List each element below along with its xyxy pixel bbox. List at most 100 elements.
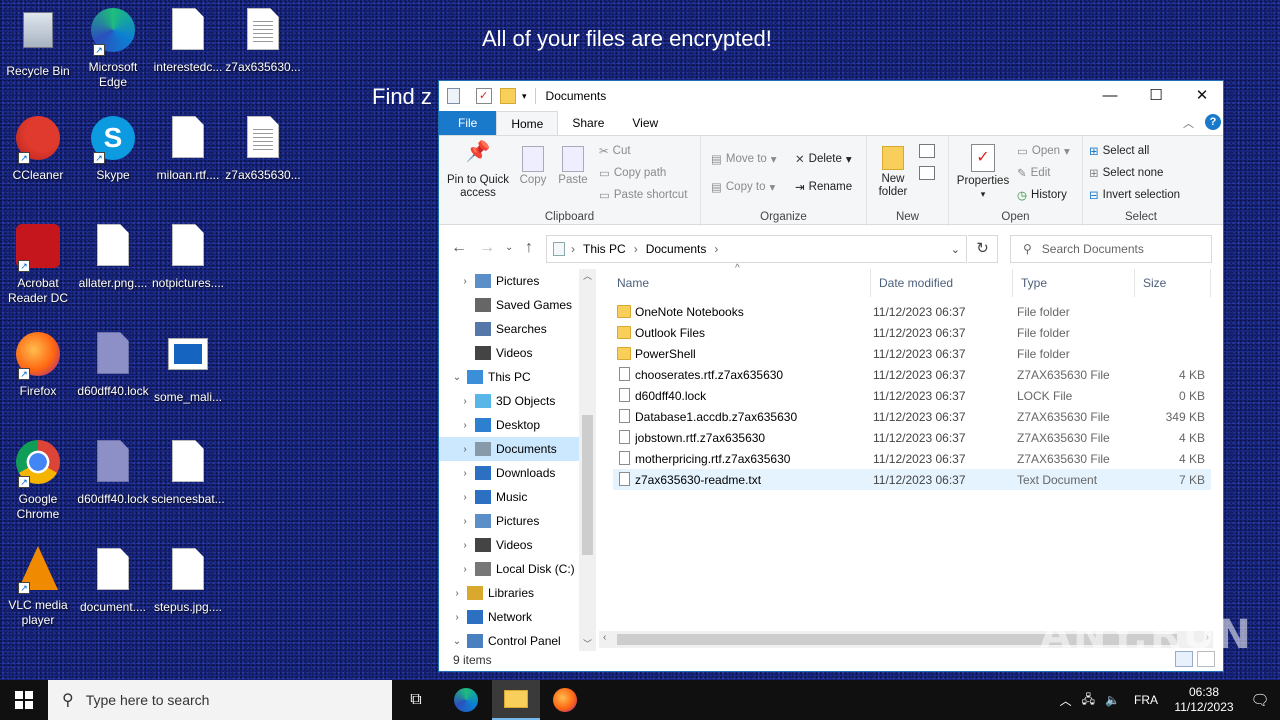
scroll-up-icon[interactable]: ︿ [579, 269, 596, 283]
chevron-right-icon[interactable]: › [459, 516, 471, 527]
tab-home[interactable]: Home [496, 111, 559, 135]
cut-button[interactable]: ✂ Cut [599, 144, 631, 158]
desktop-icon[interactable]: S ↗ Skype [75, 114, 151, 183]
desktop-icon[interactable]: ↗ Microsoft Edge [75, 6, 151, 90]
desktop-icon[interactable]: allater.png.... [75, 222, 151, 291]
chevron-right-icon[interactable]: › [459, 492, 471, 503]
delete-button[interactable]: ✕ Delete ▾ [795, 152, 852, 166]
scroll-down-icon[interactable]: ﹀ [579, 637, 596, 651]
tab-share[interactable]: Share [558, 111, 618, 135]
taskbar-file-explorer[interactable] [492, 680, 540, 720]
desktop-icon[interactable]: ↗ Acrobat Reader DC [0, 222, 76, 306]
file-row[interactable]: z7ax635630-readme.txt 11/12/2023 06:37 Tex… [613, 469, 1211, 490]
nav-item[interactable]: › Pictures [439, 269, 579, 293]
nav-item[interactable]: › Documents [439, 437, 579, 461]
navigation-scroll-thumb[interactable] [582, 415, 593, 555]
desktop-icon[interactable]: d60dff40.lock [75, 330, 151, 399]
search-input[interactable]: ⚲ Search Documents [1010, 235, 1212, 263]
copy-button[interactable]: Copy [515, 146, 551, 187]
properties-quick-icon[interactable]: ✓ [476, 88, 492, 104]
desktop-icon[interactable]: document.... [75, 546, 151, 615]
taskbar-edge[interactable] [442, 680, 490, 720]
scroll-left-icon[interactable]: ‹ [603, 632, 606, 643]
show-hidden-icons-icon[interactable]: ︿ [1060, 692, 1072, 709]
paste-shortcut-button[interactable]: ▭ Paste shortcut [599, 188, 687, 202]
minimize-button[interactable]: — [1087, 81, 1133, 111]
file-row[interactable]: motherpricing.rtf.z7ax635630 11/12/2023 0… [613, 448, 1211, 469]
chevron-down-icon[interactable]: ⌄ [451, 372, 463, 383]
nav-item[interactable]: › Desktop [439, 413, 579, 437]
chevron-right-icon[interactable]: › [459, 444, 471, 455]
chevron-right-icon[interactable]: › [451, 588, 463, 599]
nav-item[interactable]: Videos [439, 341, 579, 365]
task-view-button[interactable]: ⧉ [392, 680, 440, 720]
open-button[interactable]: ▭ Open ▾ [1017, 144, 1070, 158]
language-indicator[interactable]: FRA [1134, 693, 1158, 707]
start-button[interactable] [0, 680, 48, 720]
quick-access-dropdown-icon[interactable]: ▾ [522, 91, 527, 102]
desktop-icon[interactable]: stepus.jpg.... [150, 546, 226, 615]
file-row[interactable]: Outlook Files 11/12/2023 06:37 File folder [613, 322, 1211, 343]
chevron-right-icon[interactable]: › [459, 396, 471, 407]
desktop-icon[interactable]: ↗ VLC media player [0, 546, 76, 628]
address-dropdown-icon[interactable]: ⌄ [951, 243, 960, 256]
new-item-icon[interactable] [919, 144, 935, 158]
nav-item[interactable]: › Network [439, 605, 579, 629]
file-row[interactable]: PowerShell 11/12/2023 06:37 File folder [613, 343, 1211, 364]
move-to-button[interactable]: ▤ Move to ▾ [711, 152, 777, 166]
column-header-size[interactable]: Size [1135, 269, 1211, 297]
chevron-right-icon[interactable]: › [459, 276, 471, 287]
up-arrow-icon[interactable]: ↑ [525, 239, 533, 257]
properties-button[interactable]: ✓ Properties ▾ [955, 144, 1011, 201]
navigation-scrollbar[interactable]: ︿ ﹀ [579, 269, 596, 651]
breadcrumb-this-pc[interactable]: This PC [583, 242, 626, 256]
collapse-ribbon-icon[interactable]: ︿ [1183, 115, 1194, 131]
desktop-icon[interactable]: some_mali... [150, 330, 226, 405]
nav-item[interactable]: › Videos [439, 533, 579, 557]
file-row[interactable]: chooserates.rtf.z7ax635630 11/12/2023 06:… [613, 364, 1211, 385]
desktop-icon[interactable]: ↗ CCleaner [0, 114, 76, 183]
edit-button[interactable]: ✎ Edit [1017, 166, 1050, 180]
file-row[interactable]: Database1.accdb.z7ax635630 11/12/2023 06:… [613, 406, 1211, 427]
chevron-right-icon[interactable]: › [459, 468, 471, 479]
nav-item[interactable]: › Pictures [439, 509, 579, 533]
desktop-icon[interactable]: ↗ Google Chrome [0, 438, 76, 522]
history-button[interactable]: ◷ History [1017, 188, 1067, 202]
close-button[interactable]: ✕ [1179, 81, 1225, 111]
volume-icon[interactable]: 🔈 [1105, 693, 1120, 707]
tab-view[interactable]: View [618, 111, 672, 135]
desktop-icon[interactable]: z7ax635630... [225, 114, 301, 183]
file-row[interactable]: OneNote Notebooks 11/12/2023 06:37 File fo… [613, 301, 1211, 322]
chevron-right-icon[interactable]: › [459, 540, 471, 551]
desktop-icon[interactable]: d60dff40.lock [75, 438, 151, 507]
nav-item[interactable]: › Music [439, 485, 579, 509]
help-icon[interactable]: ? [1205, 114, 1221, 130]
nav-item[interactable]: › Local Disk (C:) [439, 557, 579, 581]
desktop-icon[interactable]: Recycle Bin [0, 6, 76, 79]
back-arrow-icon[interactable]: ← [451, 239, 467, 257]
taskbar-search-box[interactable]: ⚲ Type here to search [48, 680, 392, 720]
easy-access-icon[interactable] [919, 166, 935, 180]
chevron-down-icon[interactable]: ⌄ [451, 636, 463, 647]
copy-to-button[interactable]: ▤ Copy to ▾ [711, 180, 775, 194]
recent-locations-dropdown-icon[interactable]: ⌄ [505, 242, 513, 253]
file-row[interactable]: d60dff40.lock 11/12/2023 06:37 LOCK File 0 … [613, 385, 1211, 406]
invert-selection-button[interactable]: ⊟ Invert selection [1089, 188, 1180, 202]
tab-file[interactable]: File [439, 111, 497, 135]
forward-arrow-icon[interactable]: → [479, 239, 495, 257]
file-row[interactable]: jobstown.rtf.z7ax635630 11/12/2023 06:37 Z… [613, 427, 1211, 448]
chevron-right-icon[interactable]: › [459, 564, 471, 575]
nav-item[interactable]: ⌄ This PC [439, 365, 579, 389]
taskbar-firefox[interactable] [541, 680, 589, 720]
refresh-button[interactable]: ↻ [968, 235, 998, 263]
nav-item[interactable]: Searches [439, 317, 579, 341]
desktop-icon[interactable]: ↗ Firefox [0, 330, 76, 399]
chevron-right-icon[interactable]: › [451, 612, 463, 623]
paste-button[interactable]: Paste [555, 146, 591, 187]
desktop-icon[interactable]: miloan.rtf.... [150, 114, 226, 183]
new-folder-button[interactable]: New folder [873, 146, 913, 199]
nav-item[interactable]: › Downloads [439, 461, 579, 485]
desktop-icon[interactable]: interestedc... [150, 6, 226, 75]
select-all-button[interactable]: ⊞ Select all [1089, 144, 1149, 158]
select-none-button[interactable]: ⊞ Select none [1089, 166, 1163, 180]
